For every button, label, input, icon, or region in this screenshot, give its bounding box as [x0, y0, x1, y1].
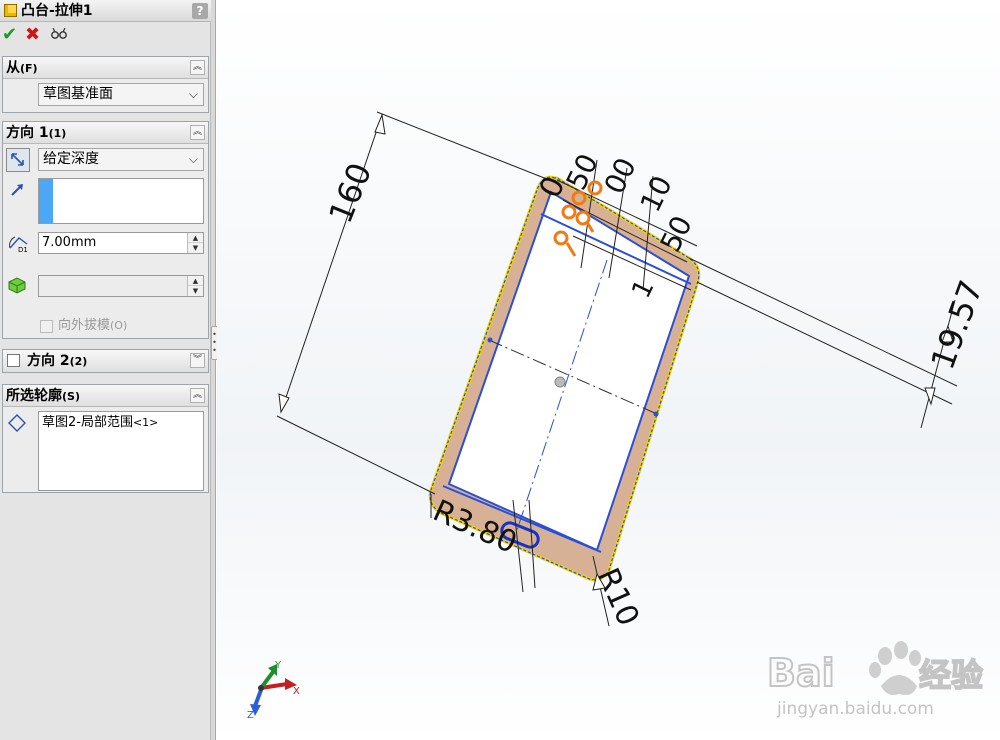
direction2-group-shortcut: (2) [69, 355, 88, 368]
watermark-brand: Bai [767, 651, 835, 695]
dimension-19-57[interactable] [688, 257, 958, 429]
chevron-down-icon: ⌵ [188, 87, 198, 101]
graphics-viewport[interactable]: 0 50 00 10 50 1 160 19.57 R3.80 R10 X Y … [217, 0, 1000, 740]
direction1-group-header[interactable]: 方向 1(1) ︽ [3, 122, 208, 144]
selected-contours-title: 所选轮廓 [6, 388, 62, 404]
direction2-checkbox[interactable] [7, 354, 20, 367]
paw-logo-icon [869, 641, 921, 695]
panel-divider[interactable] [211, 0, 216, 740]
depth-value: 7.00mm [42, 235, 97, 250]
draft-outward-checkbox [40, 320, 53, 333]
svg-text:00: 00 [598, 153, 643, 199]
spin-down-icon[interactable]: ▼ [188, 243, 203, 253]
cancel-x-icon[interactable]: ✖ [25, 24, 40, 46]
from-start-condition-value: 草图基准面 [43, 86, 113, 102]
from-group-title: 从 [6, 60, 20, 76]
depth-icon: D1 [7, 232, 31, 256]
from-group-header[interactable]: 从(F) ︽ [3, 57, 208, 79]
draft-outward-label: 向外拔模(O) [58, 318, 127, 334]
selected-contours-header[interactable]: 所选轮廓(S) ︽ [3, 385, 208, 407]
selected-contours-listbox[interactable]: 草图2-局部范围<1> [38, 411, 204, 491]
spin-up-icon: ▲ [188, 276, 203, 286]
selected-contours-shortcut: (S) [62, 390, 80, 403]
direction1-group: 方向 1(1) ︽ 给定深度 ⌵ D1 7.00mm ▲ ▼ ▲ ▼ 向外拔模(… [2, 121, 209, 339]
draft-angle-field: ▲ ▼ [38, 275, 204, 297]
dimension-r10-label[interactable]: R10 [590, 563, 646, 631]
watermark-url: jingyan.baidu.com [776, 699, 934, 719]
depth-field[interactable]: 7.00mm ▲ ▼ [38, 232, 204, 254]
expand-chevron-icon[interactable]: ︾ [190, 353, 205, 368]
property-manager-panel: 凸台-拉伸1 ? ✔ ✖ 从(F) ︽ 草图基准面 ⌵ 方向 1(1) ︽ 给定… [0, 0, 211, 740]
feature-title: 凸台-拉伸1 [21, 3, 93, 19]
selected-contours-group: 所选轮廓(S) ︽ 草图2-局部范围<1> [2, 384, 209, 493]
contour-list-item[interactable]: 草图2-局部范围<1> [42, 414, 158, 431]
help-icon[interactable]: ? [192, 3, 208, 19]
collapse-chevron-icon[interactable]: ︽ [190, 60, 205, 75]
from-start-condition-select[interactable]: 草图基准面 ⌵ [38, 83, 204, 106]
draft-outward-shortcut: (O) [110, 319, 128, 332]
svg-text:10: 10 [634, 171, 679, 217]
triad-x-label: X [293, 686, 300, 697]
direction2-group: 方向 2(2) ︾ [2, 349, 209, 373]
direction2-group-title: 方向 2 [27, 353, 70, 369]
direction1-group-shortcut: (1) [48, 127, 67, 140]
svg-text:D1: D1 [18, 246, 28, 254]
baidu-jingyan-watermark: Bai 经验 jingyan.baidu.com [765, 628, 995, 728]
watermark-brand-cn: 经验 [919, 656, 983, 694]
contour-diamond-icon [7, 413, 31, 437]
draft-outward-text: 向外拔模 [58, 318, 111, 333]
collapse-chevron-icon[interactable]: ︽ [190, 388, 205, 403]
spin-down-icon: ▼ [192, 287, 199, 295]
depth-spinner: ▲ ▼ [187, 233, 203, 253]
direction-reference-listbox[interactable] [38, 178, 204, 224]
end-condition-value: 给定深度 [43, 151, 99, 167]
ok-check-icon[interactable]: ✔ [2, 24, 17, 46]
chevron-down-icon: ⌵ [188, 152, 198, 166]
end-condition-select[interactable]: 给定深度 ⌵ [38, 148, 204, 171]
direction2-group-header[interactable]: 方向 2(2) ︾ [3, 350, 208, 372]
contour-item-label: 草图2-局部范围 [42, 415, 133, 430]
dimension-160-label[interactable]: 160 [321, 157, 379, 228]
feature-title-bar: 凸台-拉伸1 ? [0, 0, 211, 22]
active-selection-bar [39, 179, 53, 223]
triad-y-label: Y [274, 660, 282, 671]
from-group-shortcut: (F) [20, 62, 38, 75]
spin-up-icon[interactable]: ▲ [188, 233, 203, 243]
reference-triad: X Y Z [247, 660, 300, 721]
triad-z-label: Z [247, 710, 254, 721]
reverse-direction-icon[interactable] [6, 148, 30, 172]
dimension-19-57-label[interactable]: 19.57 [923, 275, 990, 374]
direction-vector-icon [8, 180, 32, 204]
contour-item-count: <1> [132, 416, 159, 429]
draft-angle-spinner: ▲ ▼ [187, 276, 203, 296]
from-group: 从(F) ︽ 草图基准面 ⌵ [2, 56, 209, 113]
detailed-preview-icon[interactable] [50, 26, 68, 45]
direction1-group-title: 方向 1 [6, 125, 49, 141]
draft-toggle-icon[interactable] [6, 274, 30, 298]
boss-extrude-icon [4, 4, 17, 17]
action-row: ✔ ✖ [0, 24, 211, 48]
collapse-chevron-icon[interactable]: ︽ [190, 125, 205, 140]
